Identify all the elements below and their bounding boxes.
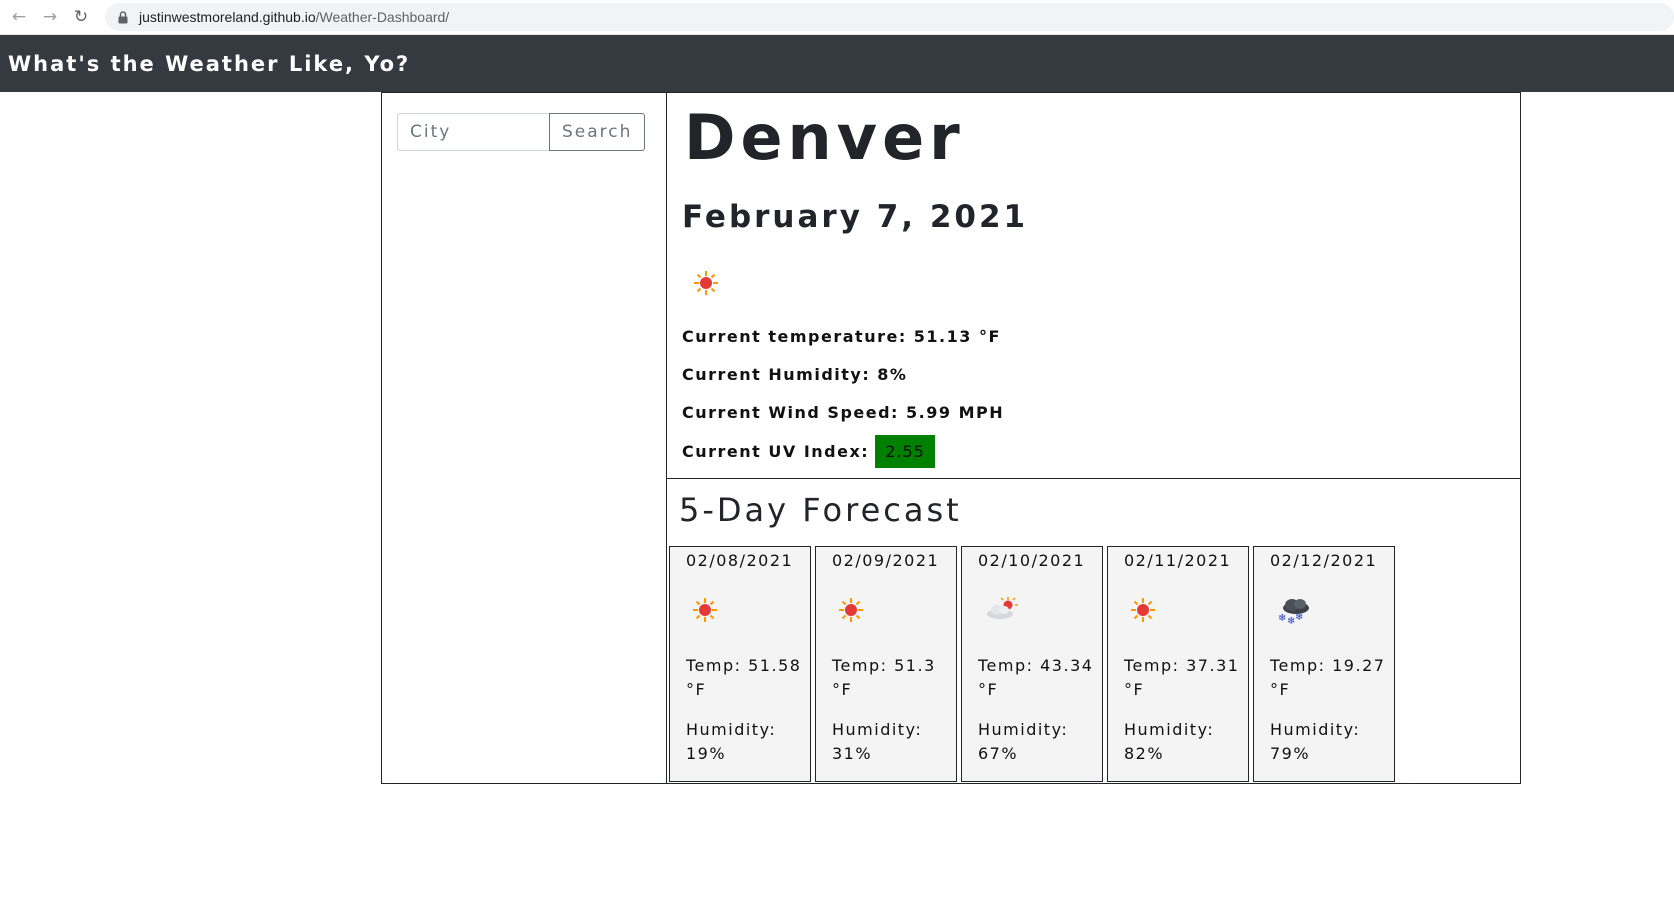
app-title: What's the Weather Like, Yo?: [8, 51, 411, 76]
forecast-card: 02/11/2021 Temp: 37.31 °F Humidity: 82%: [1107, 546, 1249, 782]
forecast-temp: Temp: 19.27 °F: [1270, 656, 1386, 699]
forecast-temp: Temp: 51.58 °F: [686, 656, 802, 699]
forecast-title: 5-Day Forecast: [679, 491, 962, 529]
sidebar: Search: [382, 93, 667, 783]
forecast-humidity: Humidity: 31%: [832, 720, 923, 763]
forecast-temp: Temp: 43.34 °F: [978, 656, 1094, 699]
sun-icon: [694, 271, 718, 295]
app-header: What's the Weather Like, Yo?: [0, 35, 1674, 92]
forecast-date: 02/10/2021: [978, 551, 1086, 570]
forecast-card: 02/12/2021 ❄ ❄ ❄ Temp: 19.27 °F Humidity…: [1253, 546, 1395, 782]
current-weather: Denver February 7, 2021 Current temperat…: [667, 93, 1520, 479]
svg-text:❄: ❄: [1295, 612, 1305, 623]
current-uv-row: Current UV Index: 2.55: [682, 435, 935, 468]
forecast-humidity: Humidity: 67%: [978, 720, 1069, 763]
back-arrow-icon[interactable]: ←: [6, 4, 32, 30]
forecast-card: 02/10/2021 Temp: 43.34 °F Humidity: 67%: [961, 546, 1103, 782]
city-search-input[interactable]: [397, 113, 549, 151]
forecast-humidity: Humidity: 19%: [686, 720, 777, 763]
address-bar[interactable]: justinwestmoreland.github.io/Weather-Das…: [104, 3, 1674, 31]
url-host: justinwestmoreland.github.io: [138, 9, 316, 25]
forecast-humidity: Humidity: 79%: [1270, 720, 1361, 763]
forecast-humidity: Humidity: 82%: [1124, 720, 1215, 763]
current-wind-speed: Current Wind Speed: 5.99 MPH: [682, 403, 1005, 422]
url-path: /Weather-Dashboard/: [315, 9, 450, 25]
forecast-date: 02/08/2021: [686, 551, 794, 570]
forward-arrow-icon[interactable]: →: [37, 4, 63, 30]
current-humidity: Current Humidity: 8%: [682, 365, 908, 384]
forecast-card: 02/09/2021 Temp: 51.3 °F Humidity: 31%: [815, 546, 957, 782]
current-date: February 7, 2021: [682, 199, 1029, 235]
search-group: Search: [397, 113, 651, 151]
weather-content: Denver February 7, 2021 Current temperat…: [667, 93, 1520, 783]
forecast-temp: Temp: 51.3 °F: [832, 656, 936, 699]
forecast-section: 5-Day Forecast 02/08/2021 Temp: 51.58 °F…: [667, 479, 1520, 783]
search-button[interactable]: Search: [549, 113, 646, 151]
dashboard-container: Search Denver February 7, 2021 Current t…: [381, 92, 1521, 784]
reload-icon[interactable]: ↻: [68, 4, 94, 30]
forecast-date: 02/09/2021: [832, 551, 940, 570]
sun-icon: [1131, 598, 1155, 622]
uv-index-badge: 2.55: [875, 435, 935, 468]
city-name: Denver: [684, 101, 965, 174]
sun-icon: [693, 598, 717, 622]
forecast-card: 02/08/2021 Temp: 51.58 °F Humidity: 19%: [669, 546, 811, 782]
forecast-date: 02/12/2021: [1270, 551, 1378, 570]
browser-toolbar: ← → ↻ justinwestmoreland.github.io/Weath…: [0, 0, 1674, 35]
forecast-date: 02/11/2021: [1124, 551, 1232, 570]
forecast-cards: 02/08/2021 Temp: 51.58 °F Humidity: 19% …: [669, 546, 1399, 782]
uv-label: Current UV Index:: [682, 442, 870, 461]
current-temperature: Current temperature: 51.13 °F: [682, 327, 1001, 346]
partly-cloudy-icon: [987, 597, 1018, 619]
snow-icon: ❄ ❄ ❄: [1278, 599, 1309, 625]
sun-icon: [839, 598, 863, 622]
lock-icon: [117, 10, 129, 24]
forecast-temp: Temp: 37.31 °F: [1124, 656, 1240, 699]
